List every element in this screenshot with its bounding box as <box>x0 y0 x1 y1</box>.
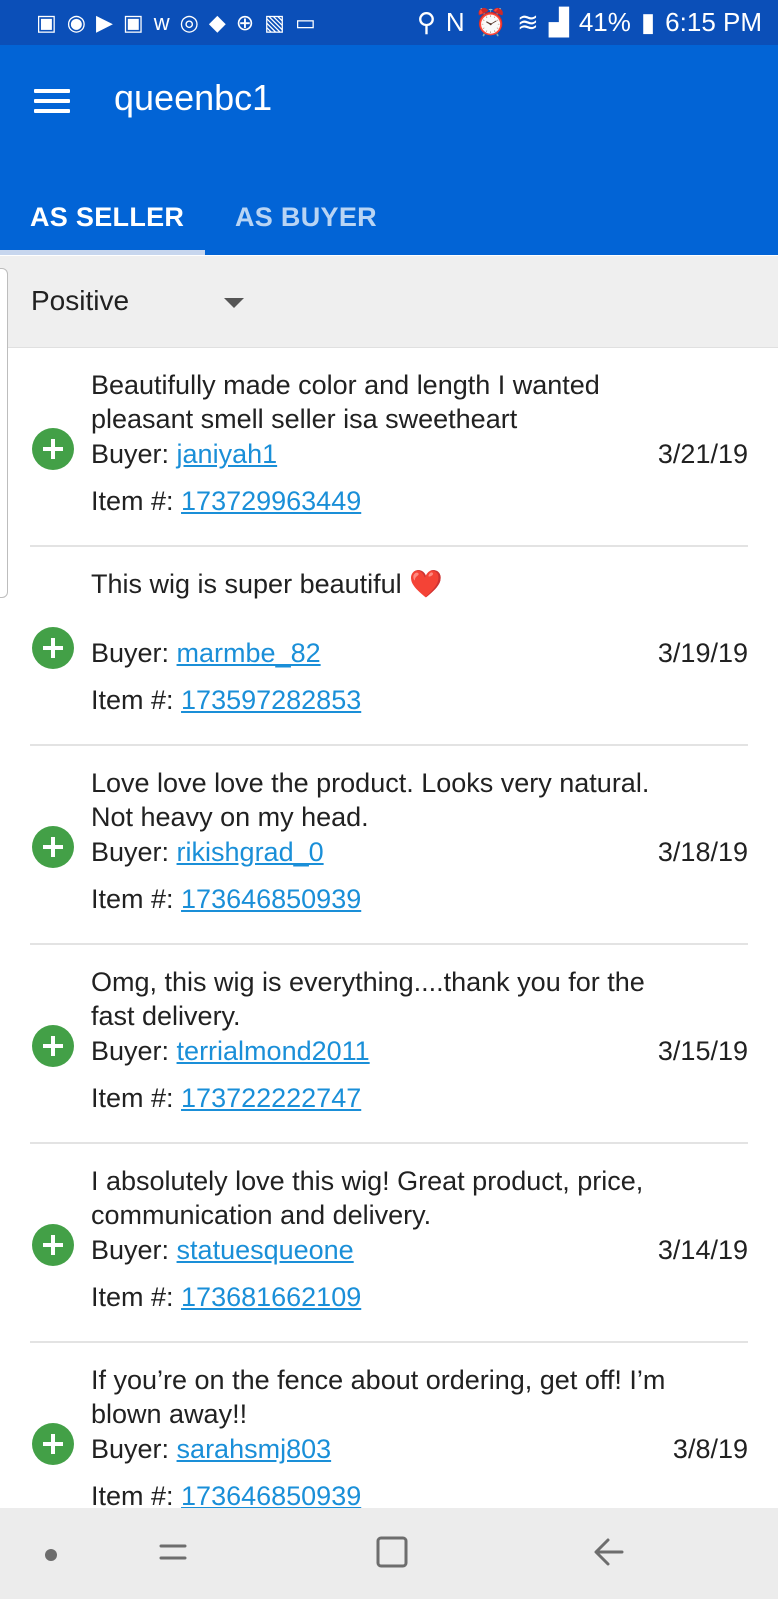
item-link[interactable]: 173681662109 <box>181 1282 361 1312</box>
item-link[interactable]: 173729963449 <box>181 486 361 516</box>
system-status: ⚲ N ⏰ ≋ ▟ 41% ▮ 6:15 PM <box>417 7 762 38</box>
buyer-link[interactable]: statuesqueone <box>177 1235 354 1265</box>
battery-percent: 41% <box>578 7 631 37</box>
feedback-comment: I absolutely love this wig! Great produc… <box>91 1166 644 1230</box>
buyer-label: Buyer: <box>91 638 177 668</box>
buyer-row: Buyer: janiyah1 <box>91 437 277 471</box>
nfc-icon: N <box>445 7 465 37</box>
buyer-label: Buyer: <box>91 1235 177 1265</box>
app-bar: queenbc1 AS SELLER AS BUYER <box>0 45 778 255</box>
list-item: Omg, this wig is everything....thank you… <box>30 945 748 1144</box>
list-item: Love love love the product. Looks very n… <box>30 746 748 945</box>
positive-rating-icon <box>32 1224 74 1266</box>
item-label: Item #: <box>91 486 182 516</box>
feedback-list: Beautifully made color and length I want… <box>0 348 778 1508</box>
item-row: Item #: 173646850939 <box>91 1479 361 1508</box>
item-link[interactable]: 173597282853 <box>181 685 361 715</box>
status-bar: ▣ ◉ ▶ ▣ w ◎ ◆ ⊕ ▧ ▭ ⚲ N ⏰ ≋ ▟ 41% ▮ 6:15… <box>0 0 778 45</box>
feedback-comment: Love love love the product. Looks very n… <box>91 768 650 832</box>
feedback-comment: If you’re on the fence about ordering, g… <box>91 1365 666 1429</box>
feedback-date: 3/8/19 <box>672 1434 748 1464</box>
location-icon: ⚲ <box>416 7 436 37</box>
feedback-date: 3/21/19 <box>657 439 748 469</box>
positive-rating-icon <box>32 1423 74 1465</box>
list-item: If you’re on the fence about ordering, g… <box>30 1343 748 1508</box>
item-link[interactable]: 173646850939 <box>181 884 361 914</box>
app-icon: ⊕ <box>235 9 255 35</box>
page-title: queenbc1 <box>114 77 273 118</box>
buyer-label: Buyer: <box>91 837 177 867</box>
buyer-row: Buyer: sarahsmj803 <box>91 1432 331 1466</box>
filter-selected-value[interactable]: Positive <box>31 285 129 317</box>
list-item: Beautifully made color and length I want… <box>30 348 748 547</box>
notification-icons: ▣ ◉ ▶ ▣ w ◎ ◆ ⊕ ▧ ▭ <box>36 9 417 35</box>
buyer-row: Buyer: rikishgrad_0 <box>91 835 324 869</box>
buyer-link[interactable]: janiyah1 <box>177 439 278 469</box>
tab-as-seller[interactable]: AS SELLER <box>30 179 184 255</box>
signal-icon: ▟ <box>548 7 569 37</box>
clock: 6:15 PM <box>665 7 762 37</box>
facebook-icon: ▣ <box>36 9 57 35</box>
buyer-row: Buyer: terrialmond2011 <box>91 1034 370 1068</box>
hide-nav-dot-icon[interactable] <box>45 1549 57 1561</box>
alarm-icon: ⏰ <box>474 7 508 37</box>
feedback-comment: Omg, this wig is everything....thank you… <box>91 967 645 1031</box>
item-row: Item #: 173681662109 <box>91 1280 361 1314</box>
feedback-comment-row: This wig is super beautiful ❤️ <box>91 567 691 601</box>
buyer-link[interactable]: sarahsmj803 <box>177 1434 332 1464</box>
feedback-date: 3/15/19 <box>657 1036 748 1066</box>
positive-rating-icon <box>32 826 74 868</box>
tab-bar: AS SELLER AS BUYER <box>0 179 778 255</box>
wifi-icon: ≋ <box>517 7 539 37</box>
buyer-row: Buyer: marmbe_82 <box>91 636 321 670</box>
item-row: Item #: 173722222747 <box>91 1081 361 1115</box>
item-label: Item #: <box>91 1083 182 1113</box>
active-tab-indicator <box>0 250 205 255</box>
screen-icon: ▭ <box>294 9 316 35</box>
buyer-row: Buyer: statuesqueone <box>91 1233 354 1267</box>
recent-apps-icon[interactable] <box>155 1532 191 1572</box>
gallery-icon: ▧ <box>264 9 285 35</box>
feedback-comment: Beautifully made color and length I want… <box>91 370 600 434</box>
feedback-filter[interactable]: Positive <box>0 256 778 348</box>
buyer-label: Buyer: <box>91 1036 177 1066</box>
app-icon: ◆ <box>208 9 226 35</box>
feedback-comment: This wig is super beautiful <box>91 569 402 599</box>
item-label: Item #: <box>91 1282 182 1312</box>
buyer-label: Buyer: <box>91 439 177 469</box>
buyer-link[interactable]: terrialmond2011 <box>177 1036 370 1066</box>
positive-rating-icon <box>32 1025 74 1067</box>
heart-icon: ❤️ <box>409 569 443 599</box>
home-icon[interactable] <box>374 1534 410 1570</box>
feedback-date: 3/18/19 <box>657 837 748 867</box>
tab-as-buyer[interactable]: AS BUYER <box>235 179 377 255</box>
item-row: Item #: 173646850939 <box>91 882 361 916</box>
buyer-link[interactable]: rikishgrad_0 <box>177 837 324 867</box>
list-item: I absolutely love this wig! Great produc… <box>30 1144 748 1343</box>
item-label: Item #: <box>91 685 182 715</box>
battery-icon: ▮ <box>640 7 656 37</box>
list-item: This wig is super beautiful ❤️ Buyer: ma… <box>30 547 748 746</box>
app-icon: w <box>153 9 170 35</box>
item-row: Item #: 173729963449 <box>91 484 361 518</box>
buyer-link[interactable]: marmbe_82 <box>177 638 321 668</box>
item-row: Item #: 173597282853 <box>91 683 361 717</box>
positive-rating-icon <box>32 627 74 669</box>
positive-rating-icon <box>32 428 74 470</box>
item-label: Item #: <box>91 884 182 914</box>
app-icon: ◎ <box>179 9 199 35</box>
feedback-date: 3/19/19 <box>657 638 748 668</box>
messenger-icon: ◉ <box>66 9 86 35</box>
menu-icon[interactable] <box>34 85 72 115</box>
back-icon[interactable] <box>592 1532 628 1572</box>
youtube-icon: ▶ <box>96 9 113 35</box>
system-navigation-bar <box>0 1508 778 1599</box>
dropdown-arrow-icon[interactable] <box>224 298 244 308</box>
facebook-icon: ▣ <box>122 9 144 35</box>
feedback-date: 3/14/19 <box>657 1235 748 1265</box>
item-label: Item #: <box>91 1481 182 1508</box>
item-link[interactable]: 173646850939 <box>181 1481 361 1508</box>
buyer-label: Buyer: <box>91 1434 177 1464</box>
item-link[interactable]: 173722222747 <box>181 1083 361 1113</box>
